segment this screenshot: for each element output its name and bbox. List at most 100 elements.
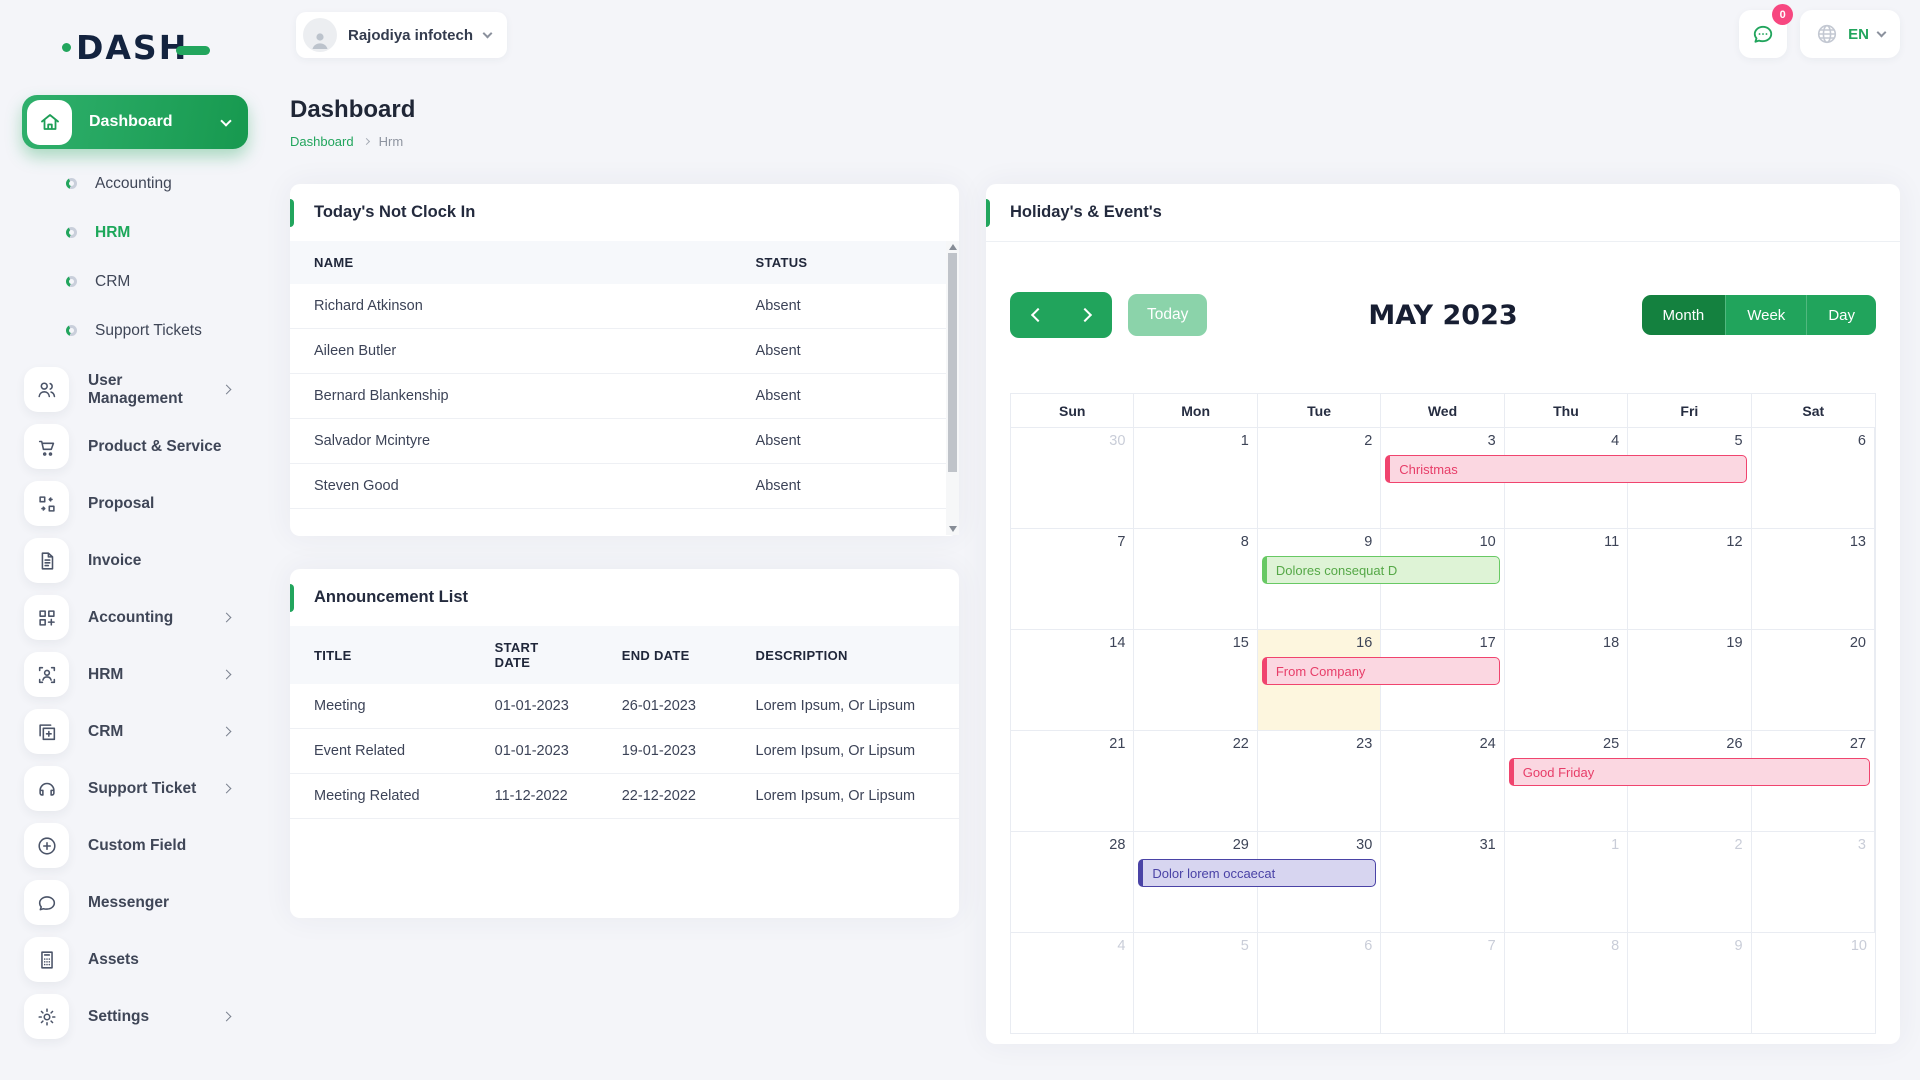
sidebar-item-hrm[interactable]: HRM [0,646,270,703]
calendar-view-week[interactable]: Week [1725,295,1806,335]
sidebar-item-invoice[interactable]: Invoice [0,532,270,589]
plus-circle-icon [24,823,69,868]
scroll-up-icon[interactable] [949,244,957,250]
calendar-day-cell[interactable]: 13 [1752,528,1875,629]
description: Lorem Ipsum, Or Lipsum [732,684,959,729]
table-row: Aileen ButlerAbsent [290,329,959,374]
announcement-col-header: TITLE [290,626,471,684]
calendar-day-cell[interactable]: 5 [1134,932,1257,1033]
sidebar-item-crm[interactable]: CRM [0,703,270,760]
chevron-right-icon [222,784,232,794]
sidebar-item-user-management[interactable]: User Management [0,361,270,418]
sidebar-item-dashboard[interactable]: Dashboard [22,95,248,149]
bullet-icon [66,178,77,189]
day-number: 3 [1488,433,1496,449]
calendar-day-cell[interactable]: 6 [1258,932,1381,1033]
calendar-today-button[interactable]: Today [1128,294,1207,336]
day-number: 6 [1858,433,1866,449]
sidebar-item-accounting[interactable]: Accounting [0,589,270,646]
calendar-day-cell[interactable]: 6 [1752,427,1875,528]
clockin-card: Today's Not Clock In NAMESTATUS Richard … [290,184,959,536]
employee-name: Salvador Mcintyre [290,419,732,464]
day-number: 5 [1241,938,1249,954]
sidebar-item-support-ticket[interactable]: Support Ticket [0,760,270,817]
chevron-right-icon [222,613,232,623]
language-selector[interactable]: EN [1800,10,1900,58]
calendar-day-cell[interactable]: 28 [1011,831,1134,932]
sidebar-item-settings[interactable]: Settings [0,988,270,1045]
sidebar-item-proposal[interactable]: Proposal [0,475,270,532]
gear-icon [24,994,69,1039]
company-selector[interactable]: Rajodiya infotech [296,12,507,58]
calendar-day-cell[interactable]: 21 [1011,730,1134,831]
calendar-day-cell[interactable]: 18 [1505,629,1628,730]
day-number: 23 [1356,736,1372,752]
sidebar-item-assets[interactable]: Assets [0,931,270,988]
proposal-icon [24,481,69,526]
calendar-day-cell[interactable]: 8 [1505,932,1628,1033]
calendar-event-good-friday[interactable]: Good Friday [1509,758,1870,786]
calendar-day-cell[interactable]: 3 [1752,831,1875,932]
chevron-right-icon [222,727,232,737]
calendar-event-dolor-lorem-occaecat[interactable]: Dolor lorem occaecat [1138,859,1376,887]
breadcrumb-root-link[interactable]: Dashboard [290,134,354,149]
announcement-col-header: START DATE [471,626,598,684]
calendar-day-cell[interactable]: 8 [1134,528,1257,629]
bullet-icon [66,227,77,238]
scroll-down-icon[interactable] [949,526,957,532]
sidebar-subitem-hrm[interactable]: HRM [66,208,270,257]
sidebar-item-product-service[interactable]: Product & Service [0,418,270,475]
messages-button[interactable]: 0 [1739,10,1787,58]
day-number: 16 [1356,635,1372,651]
calendar-event-from-company[interactable]: From Company [1262,657,1500,685]
announcement-title: Meeting [290,684,471,729]
calendar-card-title: Holiday's & Event's [986,184,1900,242]
calendar-day-cell[interactable]: 20 [1752,629,1875,730]
calendar-day-cell[interactable]: 15 [1134,629,1257,730]
calendar-day-cell[interactable]: 1 [1505,831,1628,932]
calendar-day-cell[interactable]: 7 [1381,932,1504,1033]
day-number: 2 [1734,837,1742,853]
sidebar-subitem-accounting[interactable]: Accounting [66,159,270,208]
announcement-title: Meeting Related [290,774,471,819]
table-scrollbar[interactable] [946,241,959,535]
calendar-day-cell[interactable]: 30 [1011,427,1134,528]
calendar-view-day[interactable]: Day [1806,295,1876,335]
calendar-event-christmas[interactable]: Christmas [1385,455,1746,483]
calendar-day-cell[interactable]: 2 [1628,831,1751,932]
day-number: 4 [1117,938,1125,954]
day-number: 22 [1233,736,1249,752]
calendar-day-cell[interactable]: 7 [1011,528,1134,629]
calendar-day-cell[interactable]: 11 [1505,528,1628,629]
calendar-next-button[interactable] [1061,292,1112,338]
calendar-day-cell[interactable]: 1 [1134,427,1257,528]
sidebar-item-custom-field[interactable]: Custom Field [0,817,270,874]
description: Lorem Ipsum, Or Lipsum [732,729,959,774]
calendar-day-cell[interactable]: 10 [1752,932,1875,1033]
calendar-day-cell[interactable]: 24 [1381,730,1504,831]
calendar-day-cell[interactable]: 9 [1628,932,1751,1033]
calendar-day-cell[interactable]: 31 [1381,831,1504,932]
logo-dot-icon [62,43,71,52]
calendar-day-cell[interactable]: 23 [1258,730,1381,831]
sidebar-subitem-support-tickets[interactable]: Support Tickets [66,306,270,355]
calendar-day-cell[interactable]: 4 [1011,932,1134,1033]
app-logo[interactable]: DASH [62,28,270,67]
calendar-view-month[interactable]: Month [1642,295,1726,335]
announcement-title: Event Related [290,729,471,774]
chevron-down-icon [483,29,493,39]
calendar-day-cell[interactable]: 19 [1628,629,1751,730]
calendar-day-cell[interactable]: 14 [1011,629,1134,730]
calendar-day-cell[interactable]: 2 [1258,427,1381,528]
calendar-prev-button[interactable] [1010,292,1061,338]
accounting-icon [24,595,69,640]
day-number: 2 [1364,433,1372,449]
sidebar-nav: User ManagementProduct & ServiceProposal… [0,361,270,1045]
sidebar-item-messenger[interactable]: Messenger [0,874,270,931]
sidebar-subitem-crm[interactable]: CRM [66,257,270,306]
chat-icon [24,880,69,925]
calendar-day-cell[interactable]: 12 [1628,528,1751,629]
calendar-day-cell[interactable]: 22 [1134,730,1257,831]
calendar-event-dolores-consequat-d[interactable]: Dolores consequat D [1262,556,1500,584]
scroll-thumb[interactable] [948,253,957,472]
